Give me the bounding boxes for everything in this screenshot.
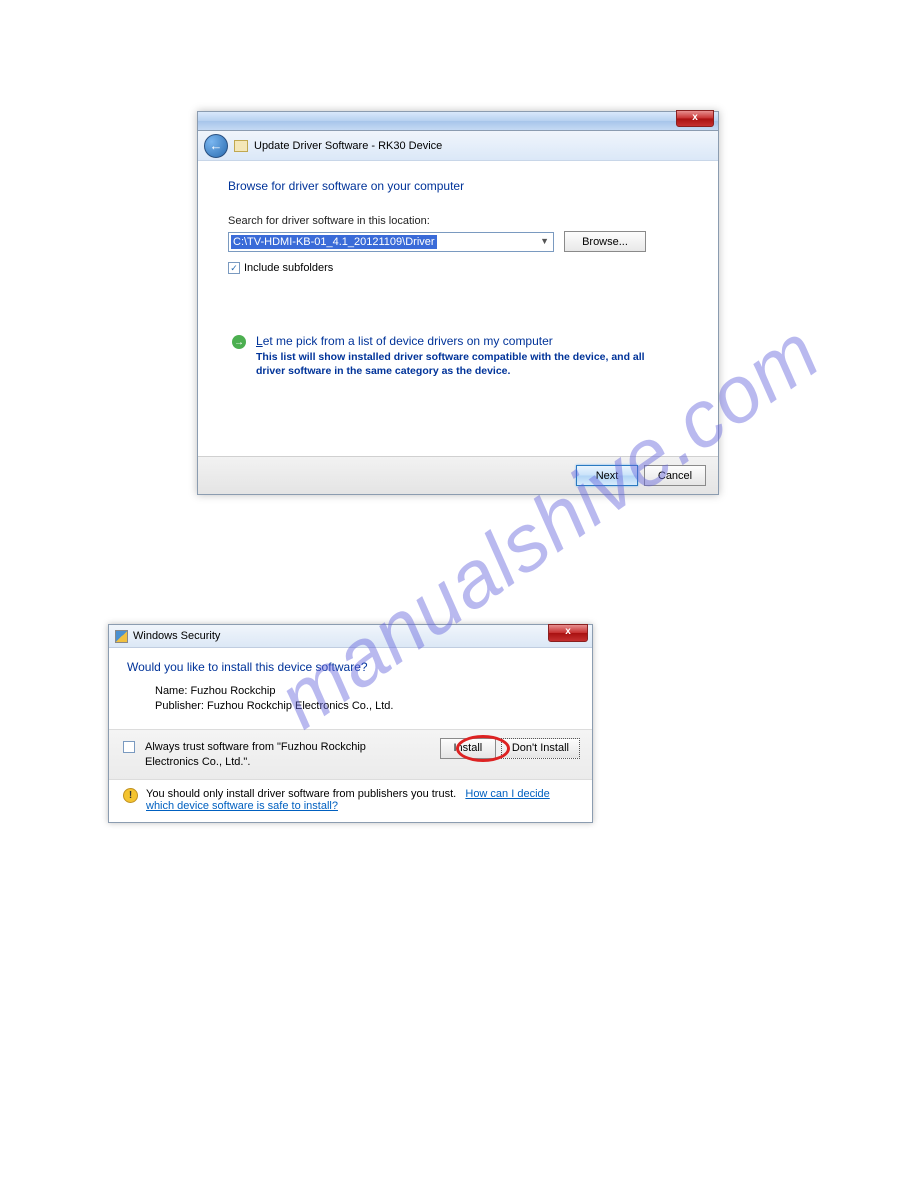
install-button[interactable]: Install (440, 738, 496, 759)
dialog2-warning: ! You should only install driver softwar… (109, 780, 592, 822)
always-trust-checkbox[interactable] (123, 741, 135, 753)
pick-option-description: This list will show installed driver sof… (256, 350, 676, 378)
software-name: Name: Fuzhou Rockchip (155, 684, 574, 699)
browse-button[interactable]: Browse... (564, 231, 646, 252)
dialog2-top: Would you like to install this device so… (109, 648, 592, 729)
chevron-down-icon[interactable]: ▼ (540, 236, 549, 246)
warning-icon: ! (123, 788, 138, 803)
software-info: Name: Fuzhou Rockchip Publisher: Fuzhou … (155, 684, 574, 715)
dialog1-heading: Browse for driver software on your compu… (228, 179, 688, 193)
close-button[interactable]: x (548, 624, 588, 642)
software-publisher: Publisher: Fuzhou Rockchip Electronics C… (155, 699, 574, 714)
always-trust-label: Always trust software from "Fuzhou Rockc… (145, 740, 405, 770)
folder-icon (234, 140, 248, 152)
include-subfolders-label: Include subfolders (244, 262, 333, 274)
driver-path-value: C:\TV-HDMI-KB-01_4.1_20121109\Driver (231, 235, 437, 249)
dialog2-titlebar[interactable]: Windows Security x (109, 625, 592, 648)
dialog1-titlebar[interactable]: x (198, 112, 718, 131)
arrow-right-icon: → (232, 335, 246, 349)
dialog1-title: Update Driver Software - RK30 Device (254, 140, 442, 152)
dialog1-footer: Next Cancel (198, 456, 718, 494)
dont-install-button[interactable]: Don't Install (501, 738, 580, 759)
next-button[interactable]: Next (576, 465, 638, 486)
dialog1-body: Browse for driver software on your compu… (198, 161, 718, 456)
windows-security-dialog: Windows Security x Would you like to ins… (108, 624, 593, 823)
close-button[interactable]: x (676, 110, 714, 127)
arrow-left-icon: ← (210, 138, 223, 153)
back-button[interactable]: ← (204, 134, 228, 158)
dialog2-middle: Always trust software from "Fuzhou Rockc… (109, 729, 592, 781)
shield-icon (115, 630, 128, 643)
update-driver-dialog: x ← Update Driver Software - RK30 Device… (197, 111, 719, 495)
driver-path-input[interactable]: C:\TV-HDMI-KB-01_4.1_20121109\Driver ▼ (228, 232, 554, 252)
pick-option-title: Let me pick from a list of device driver… (256, 334, 676, 348)
cancel-button[interactable]: Cancel (644, 465, 706, 486)
search-location-label: Search for driver software in this locat… (228, 215, 688, 227)
dialog2-title: Windows Security (133, 630, 220, 642)
include-subfolders-checkbox[interactable]: ✓ (228, 262, 240, 274)
warning-text: You should only install driver software … (146, 788, 456, 800)
dialog2-heading: Would you like to install this device so… (127, 660, 574, 674)
dialog1-breadcrumb: ← Update Driver Software - RK30 Device (198, 131, 718, 161)
pick-from-list-option[interactable]: → Let me pick from a list of device driv… (228, 334, 688, 378)
